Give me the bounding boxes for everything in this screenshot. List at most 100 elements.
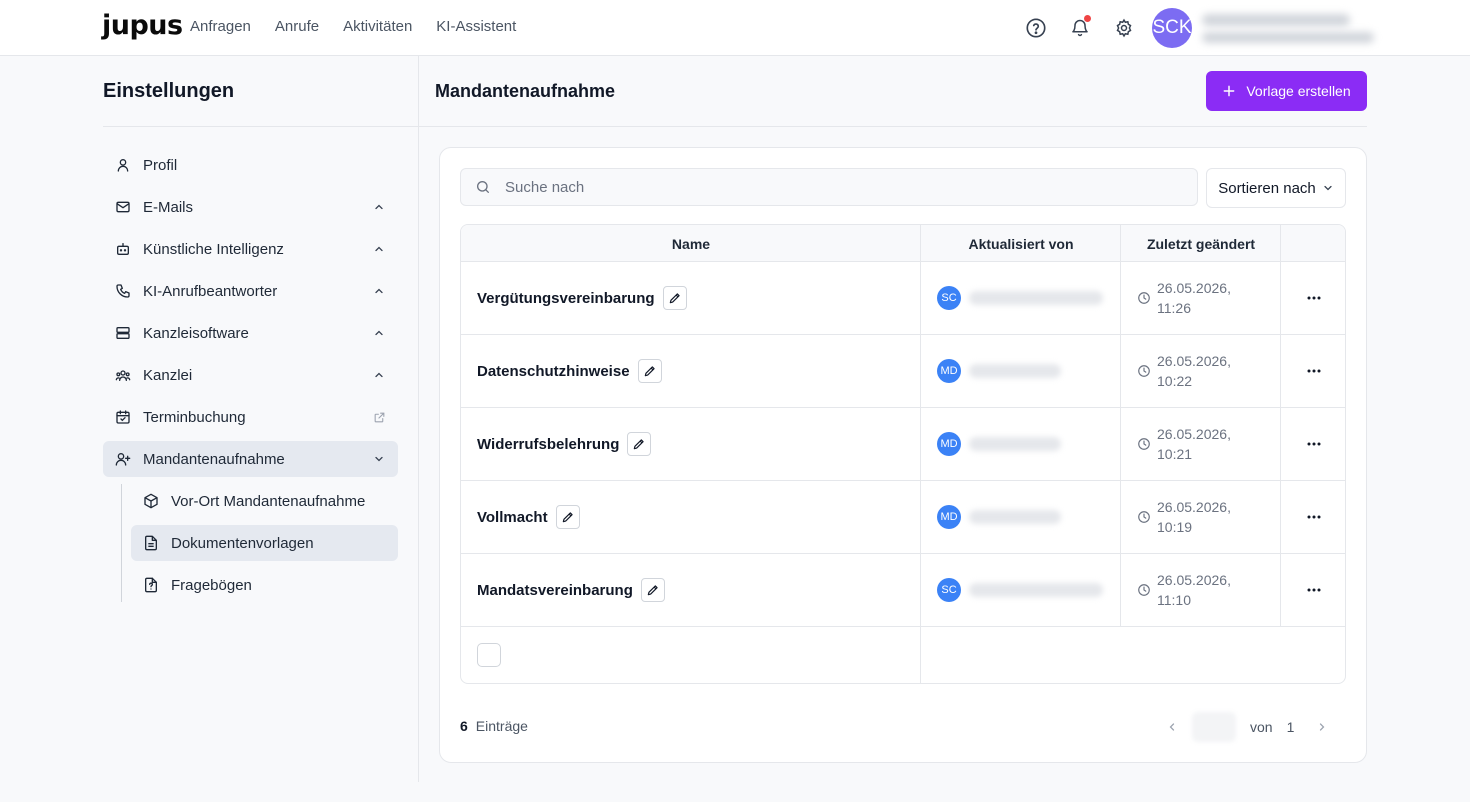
last-modified-date: 26.05.2026, 10:19: [1157, 499, 1231, 535]
chevron-up-icon: [372, 242, 386, 256]
package-icon: [143, 493, 159, 509]
search-input[interactable]: [505, 178, 1105, 196]
row-actions-button[interactable]: [1281, 262, 1345, 334]
clock-icon: [1138, 438, 1150, 450]
sidebar-subitem-dokumentenvorlagen[interactable]: Dokumentenvorlagen: [131, 525, 398, 561]
pencil-icon: [634, 439, 645, 450]
column-header-updated-by[interactable]: Aktualisiert von: [921, 225, 1121, 262]
nav-aktivitaeten[interactable]: Aktivitäten: [343, 18, 412, 35]
row-checkbox[interactable]: [477, 643, 501, 667]
sidebar-item-mandantenaufnahme[interactable]: Mandantenaufnahme: [103, 441, 398, 477]
edit-name-button[interactable]: [640, 578, 665, 602]
row-actions-button[interactable]: [1281, 554, 1345, 626]
search-box: [460, 168, 1198, 206]
avatar: MD: [937, 359, 961, 383]
sidebar-border: [418, 56, 419, 782]
user-name-redacted: [969, 437, 1061, 451]
plus-icon: [1223, 85, 1235, 97]
chevron-down-icon: [1324, 185, 1332, 191]
templates-table: Name Aktualisiert von Zuletzt geändert V…: [460, 224, 1346, 684]
mail-icon: [115, 199, 131, 215]
table-row[interactable]: Datenschutzhinweise MD 26.05.2026, 10:22: [461, 335, 1345, 408]
user-avatar[interactable]: SCK: [1152, 8, 1192, 48]
bell-icon[interactable]: [1068, 15, 1092, 40]
sidebar-subitem-vor-ort[interactable]: Vor-Ort Mandantenaufnahme: [131, 483, 398, 519]
user-name-redacted: [1202, 14, 1350, 26]
phone-icon: [115, 283, 131, 299]
avatar: SC: [937, 286, 961, 310]
table-row[interactable]: Vergütungsvereinbarung SC 26.05.2026, 11:…: [461, 262, 1345, 335]
gear-icon[interactable]: [1112, 16, 1136, 40]
user-name-redacted: [969, 510, 1061, 524]
row-actions-button[interactable]: [1281, 481, 1345, 553]
row-actions-button[interactable]: [1281, 408, 1345, 480]
last-modified-date: 26.05.2026, 10:21: [1157, 426, 1231, 462]
pagination: von 1: [1162, 712, 1332, 742]
sidebar-item-kanzleisoftware[interactable]: Kanzleisoftware: [103, 315, 398, 351]
more-horizontal-icon: [1307, 442, 1321, 446]
pencil-icon: [644, 366, 655, 377]
pencil-icon: [647, 585, 658, 596]
nav-ki-assistent[interactable]: KI-Assistent: [436, 18, 516, 35]
external-link-icon: [372, 410, 386, 424]
entries-count: 6 Einträge: [460, 718, 528, 734]
template-name: Vollmacht: [477, 508, 548, 526]
edit-name-button[interactable]: [555, 505, 580, 529]
sidebar-item-terminbuchung[interactable]: Terminbuchung: [103, 399, 398, 435]
clock-icon: [1138, 292, 1150, 304]
sidebar-item-kanzlei[interactable]: Kanzlei: [103, 357, 398, 393]
nav-anfragen[interactable]: Anfragen: [190, 18, 251, 35]
submenu-line: [121, 484, 122, 602]
users-icon: [115, 367, 131, 383]
avatar: MD: [937, 432, 961, 456]
chevron-up-icon: [372, 326, 386, 340]
prev-page-button[interactable]: [1162, 721, 1182, 733]
more-horizontal-icon: [1307, 296, 1321, 300]
page-number-input[interactable]: [1192, 712, 1236, 742]
last-modified-date: 26.05.2026, 11:10: [1157, 572, 1231, 608]
next-page-button[interactable]: [1312, 721, 1332, 733]
column-header-name[interactable]: Name: [461, 225, 921, 262]
edit-name-button[interactable]: [637, 359, 662, 383]
template-name: Widerrufsbelehrung: [477, 435, 620, 453]
page-title: Mandantenaufnahme: [435, 81, 616, 101]
user-email-redacted: [1202, 32, 1374, 43]
avatar: SC: [937, 578, 961, 602]
help-icon[interactable]: [1024, 16, 1048, 40]
table-row[interactable]: Vollmacht MD 26.05.2026, 10:19: [461, 481, 1345, 554]
last-modified-date: 26.05.2026, 10:22: [1157, 353, 1231, 389]
table-row[interactable]: Mandatsvereinbarung SC 26.05.2026, 11:10: [461, 554, 1345, 627]
user-name-redacted: [969, 583, 1103, 597]
more-horizontal-icon: [1307, 588, 1321, 592]
chevron-left-icon: [1169, 723, 1175, 731]
search-icon: [477, 181, 489, 193]
sort-button[interactable]: Sortieren nach: [1206, 168, 1346, 208]
sidebar-subitem-frageboegen[interactable]: Fragebögen: [131, 567, 398, 603]
clock-icon: [1138, 511, 1150, 523]
sidebar-item-ki-anrufbeantworter[interactable]: KI-Anrufbeantworter: [103, 273, 398, 309]
row-actions-button[interactable]: [1281, 335, 1345, 407]
clock-icon: [1138, 584, 1150, 596]
server-icon: [115, 325, 131, 341]
edit-name-button[interactable]: [662, 286, 687, 310]
user-name-redacted: [969, 291, 1103, 305]
sidebar-divider: [103, 126, 418, 127]
calendar-check-icon: [115, 409, 131, 425]
chevron-up-icon: [372, 368, 386, 382]
pencil-icon: [562, 512, 573, 523]
chevron-down-icon: [372, 452, 386, 466]
app-logo[interactable]: jupus: [102, 10, 183, 41]
user-name-redacted: [969, 364, 1061, 378]
notification-dot: [1084, 15, 1091, 22]
column-header-last-modified[interactable]: Zuletzt geändert: [1121, 225, 1281, 262]
template-name: Mandatsvereinbarung: [477, 581, 633, 599]
create-template-button[interactable]: Vorlage erstellen: [1206, 71, 1367, 111]
table-row[interactable]: Widerrufsbelehrung MD 26.05.2026, 10:21: [461, 408, 1345, 481]
sidebar-item-ki[interactable]: Künstliche Intelligenz: [103, 231, 398, 267]
sidebar-title: Einstellungen: [103, 80, 235, 102]
sidebar-item-profil[interactable]: Profil: [103, 147, 398, 183]
sidebar-item-emails[interactable]: E-Mails: [103, 189, 398, 225]
nav-anrufe[interactable]: Anrufe: [275, 18, 319, 35]
more-horizontal-icon: [1307, 369, 1321, 373]
edit-name-button[interactable]: [627, 432, 652, 456]
